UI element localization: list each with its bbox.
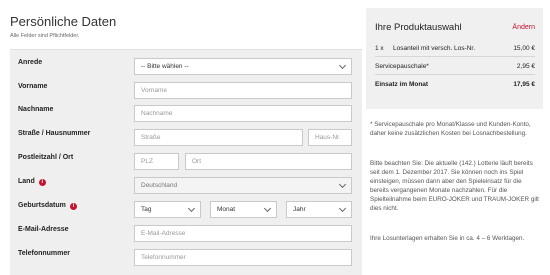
last-name-input[interactable]: Nachname	[134, 105, 352, 122]
personal-data-section: Persönliche Daten Alle Felder sind Pflic…	[0, 0, 362, 275]
birth-month-select[interactable]: Monat	[210, 201, 277, 218]
salutation-select-value: -- Bitte wählen --	[141, 63, 189, 70]
birth-month-value: Monat	[217, 206, 236, 213]
label-plz-ort: Postleitzahl / Ort	[18, 154, 74, 161]
lottery-start-note: Bitte beachten Sie: Die aktuelle (142.) …	[370, 160, 539, 212]
summary-row-qty: 1 x	[375, 45, 384, 52]
product-summary-section: Ihre Produktauswahl Ändern 1 x Losanteil…	[362, 0, 550, 274]
phone-input[interactable]: Telefonnummer	[134, 249, 352, 266]
chevron-down-icon	[338, 61, 347, 70]
summary-total-price: 17,95 €	[513, 81, 535, 88]
summary-row-price: 2,95 €	[516, 63, 535, 70]
summary-row: Servicepauschale* 2,95 €	[375, 61, 535, 75]
row-anrede: Anrede -- Bitte wählen --	[10, 58, 362, 82]
label-vorname: Vorname	[18, 83, 48, 90]
change-link[interactable]: Ändern	[512, 24, 535, 31]
required-fields-hint: Alle Felder sind Pflichtfelder.	[10, 33, 80, 39]
chevron-down-icon	[338, 204, 347, 213]
label-land: Land i	[18, 177, 46, 187]
house-number-input[interactable]: Haus-Nr.	[308, 129, 352, 146]
row-strasse: Straße / Hausnummer Straße Haus-Nr.	[10, 129, 362, 153]
row-geburtsdatum: Geburtsdatum i Tag Monat Jahr	[10, 201, 362, 225]
info-icon[interactable]: i	[69, 203, 77, 210]
chevron-down-icon	[187, 204, 196, 213]
label-geburtsdatum-text: Geburtsdatum	[18, 202, 66, 209]
email-input[interactable]: E-Mail-Adresse	[134, 225, 352, 242]
personal-data-form: Anrede -- Bitte wählen -- Vorname Vornam…	[10, 49, 362, 275]
info-icon[interactable]: i	[38, 179, 46, 186]
first-name-input[interactable]: Vorname	[134, 82, 352, 99]
label-geburtsdatum: Geburtsdatum i	[18, 201, 77, 211]
birth-year-value: Jahr	[293, 206, 306, 213]
country-select-value: Deutschland	[141, 182, 178, 189]
summary-total-label: Einsatz im Monat	[375, 81, 429, 88]
label-land-text: Land	[18, 178, 35, 185]
label-anrede: Anrede	[18, 59, 43, 66]
birth-day-select[interactable]: Tag	[134, 201, 201, 218]
row-telefon: Telefonnummer Telefonnummer	[10, 249, 362, 273]
birth-year-select[interactable]: Jahr	[286, 201, 352, 218]
street-input[interactable]: Straße	[134, 129, 303, 146]
label-email: E-Mail-Adresse	[18, 226, 69, 233]
label-telefon: Telefonnummer	[18, 250, 70, 257]
city-input[interactable]: Ort	[185, 153, 352, 170]
summary-row: 1 x Losanteil mit versch. Los-Nr. 15,00 …	[375, 43, 535, 57]
row-vorname: Vorname Vorname	[10, 82, 362, 106]
summary-row-desc: Losanteil mit versch. Los-Nr.	[393, 45, 476, 52]
service-fee-note: * Servicepauschale pro Monat/Klasse und …	[370, 121, 531, 137]
page-title: Persönliche Daten	[10, 14, 117, 29]
row-plz-ort: Postleitzahl / Ort PLZ Ort	[10, 153, 362, 177]
postal-code-input[interactable]: PLZ	[134, 153, 179, 170]
summary-row-desc: Servicepauschale*	[375, 63, 429, 70]
delivery-note: Ihre Losunterlagen erhalten Sie in ca. 4…	[370, 235, 525, 242]
country-select: Deutschland	[134, 177, 352, 194]
summary-total-row: Einsatz im Monat 17,95 €	[375, 79, 535, 92]
product-summary-box: Ihre Produktauswahl Ändern 1 x Losanteil…	[366, 8, 543, 109]
row-email: E-Mail-Adresse E-Mail-Adresse	[10, 225, 362, 249]
label-strasse: Straße / Hausnummer	[18, 130, 91, 137]
chevron-down-icon	[263, 204, 272, 213]
summary-row-price: 15,00 €	[513, 45, 535, 52]
order-form-page: Persönliche Daten Alle Felder sind Pflic…	[0, 0, 550, 275]
summary-title: Ihre Produktauswahl	[375, 22, 462, 33]
row-land: Land i Deutschland	[10, 177, 362, 201]
birth-day-value: Tag	[141, 206, 152, 213]
chevron-down-icon	[338, 180, 347, 189]
salutation-select[interactable]: -- Bitte wählen --	[134, 58, 352, 75]
row-nachname: Nachname Nachname	[10, 105, 362, 129]
label-nachname: Nachname	[18, 106, 54, 113]
